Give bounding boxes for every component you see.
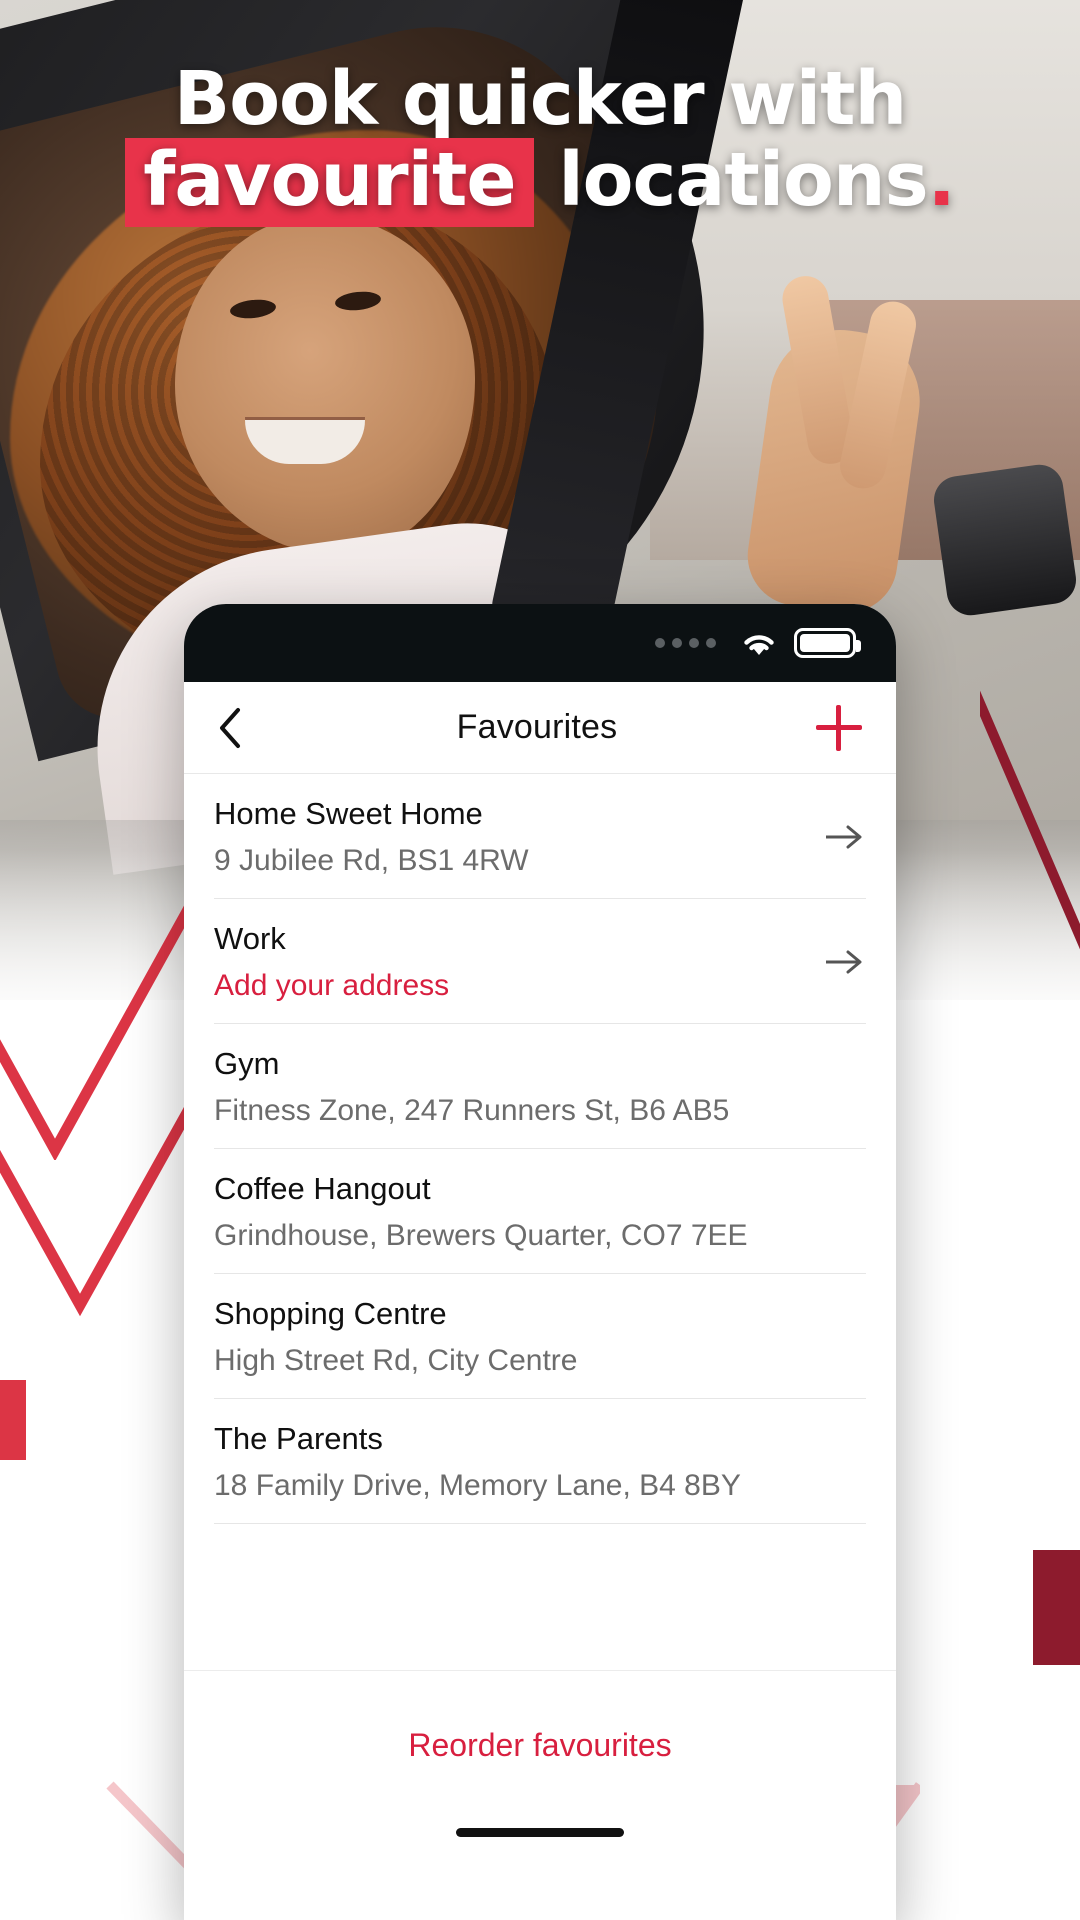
battery-full-icon [794,628,861,658]
list-empty-space [184,1524,896,1670]
favourite-title: Shopping Centre [214,1296,447,1331]
status-bar [184,604,896,682]
favourites-list: Home Sweet Home 9 Jubilee Rd, BS1 4RW Wo… [184,774,896,1524]
phone-mockup: Favourites Home Sweet Home 9 Jubilee Rd,… [184,604,896,1920]
list-item[interactable]: Work Add your address [214,899,866,1024]
favourite-subtitle: High Street Rd, City Centre [214,1344,578,1377]
headline: Book quicker with favourite locations. [0,60,1080,227]
headline-highlight-word: favourite [125,138,534,227]
favourite-title: Work [214,921,286,956]
favourite-subtitle[interactable]: Add your address [214,969,449,1003]
favourite-title: Coffee Hangout [214,1171,431,1206]
favourite-subtitle: 9 Jubilee Rd, BS1 4RW [214,844,529,877]
page-title: Favourites [456,708,618,746]
favourite-subtitle: 18 Family Drive, Memory Lane, B4 8BY [214,1469,741,1502]
app-bar: Favourites [184,682,896,774]
list-item[interactable]: Coffee Hangout Grindhouse, Brewers Quart… [214,1149,866,1274]
home-indicator-area [184,1820,896,1892]
screenshot-stage: Book quicker with favourite locations. F… [0,0,1080,1920]
headline-line-2-text: locations [558,137,928,224]
decorative-block-right [1033,1550,1080,1665]
arrow-right-icon[interactable] [822,822,866,852]
list-item[interactable]: Shopping Centre High Street Rd, City Cen… [214,1274,866,1399]
footer-bar: Reorder favourites [184,1670,896,1820]
headline-line-2: favourite locations. [0,138,1080,227]
signal-dots-icon [655,638,716,648]
favourite-subtitle: Fitness Zone, 247 Runners St, B6 AB5 [214,1094,730,1127]
favourite-title: Gym [214,1046,280,1081]
favourite-title: Home Sweet Home [214,796,483,831]
headline-line-1: Book quicker with [0,60,1080,138]
chevron-left-icon[interactable] [218,707,258,748]
home-indicator[interactable] [456,1828,624,1837]
plus-icon[interactable] [816,704,862,751]
headline-period: . [927,137,956,224]
list-item[interactable]: Home Sweet Home 9 Jubilee Rd, BS1 4RW [214,774,866,899]
wifi-icon [740,629,778,657]
list-item[interactable]: The Parents 18 Family Drive, Memory Lane… [214,1399,866,1524]
list-item[interactable]: Gym Fitness Zone, 247 Runners St, B6 AB5 [214,1024,866,1149]
favourite-subtitle: Grindhouse, Brewers Quarter, CO7 7EE [214,1219,748,1252]
reorder-favourites-button[interactable]: Reorder favourites [408,1727,671,1764]
favourite-title: The Parents [214,1421,383,1456]
headline-line-1-text: Book quicker with [173,56,907,142]
decorative-block-left [0,1380,26,1460]
decorative-v-right [980,600,1080,1040]
photo-wing-mirror [930,461,1080,619]
arrow-right-icon[interactable] [822,947,866,977]
